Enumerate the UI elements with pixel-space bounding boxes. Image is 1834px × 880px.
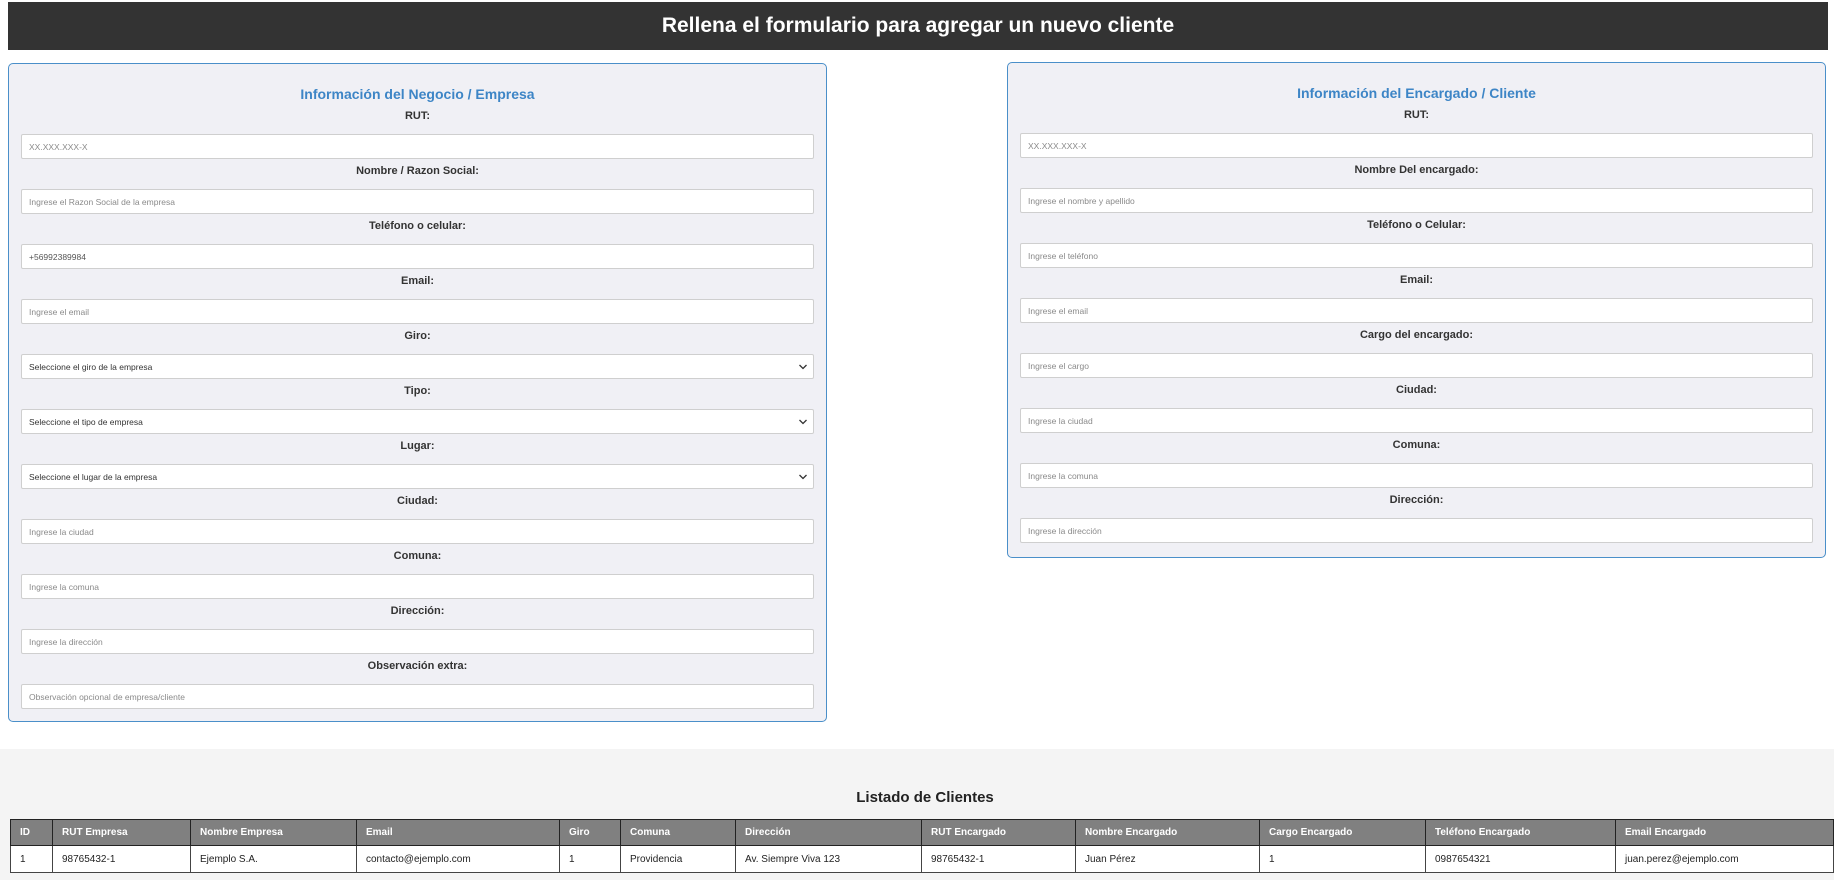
business-phone-label: Teléfono o celular:: [369, 220, 466, 232]
business-giro-label: Giro:: [404, 330, 431, 342]
business-direccion-label: Dirección:: [390, 605, 445, 617]
contact-phone-label: Teléfono o Celular:: [1367, 219, 1466, 231]
contact-direccion-input[interactable]: [1020, 518, 1813, 543]
contact-ciudad-label: Ciudad:: [1396, 384, 1437, 396]
business-name-input[interactable]: [21, 189, 814, 214]
contact-direccion-label: Dirección:: [1389, 494, 1444, 506]
business-ciudad-label: Ciudad:: [397, 495, 438, 507]
contact-name-label: Nombre Del encargado:: [1354, 164, 1479, 176]
chevron-down-icon: [799, 474, 807, 480]
table-cell: 98765432-1: [921, 845, 1076, 873]
business-giro-selected: Seleccione el giro de la empresa: [29, 361, 153, 372]
column-header-rut-encargado: RUT Encargado: [921, 819, 1076, 846]
table-cell: 1: [10, 845, 53, 873]
business-rut-input[interactable]: [21, 134, 814, 159]
table-cell: Providencia: [620, 845, 736, 873]
table-cell: 1: [1259, 845, 1426, 873]
business-lugar-selected: Seleccione el lugar de la empresa: [29, 471, 158, 482]
table-header-row: ID RUT Empresa Nombre Empresa Email Giro…: [10, 819, 1834, 846]
table-cell: Ejemplo S.A.: [190, 845, 357, 873]
business-ciudad-input[interactable]: [21, 519, 814, 544]
client-list-title: Listado de Clientes: [856, 789, 994, 806]
contact-cargo-label: Cargo del encargado:: [1359, 329, 1474, 341]
contact-comuna-label: Comuna:: [1392, 439, 1441, 451]
page-title: Rellena el formulario para agregar un nu…: [661, 14, 1175, 37]
contact-rut-label: RUT:: [1403, 109, 1430, 121]
table-row: 1 98765432-1 Ejemplo S.A. contacto@ejemp…: [10, 845, 1834, 873]
contact-rut-input[interactable]: [1020, 133, 1813, 158]
business-form-title: Información del Negocio / Empresa: [300, 86, 535, 102]
business-phone-input[interactable]: [21, 244, 814, 269]
column-header-id: ID: [10, 819, 53, 846]
contact-comuna-input[interactable]: [1020, 463, 1813, 488]
page-header: Rellena el formulario para agregar un nu…: [8, 2, 1828, 50]
business-tipo-label: Tipo:: [404, 385, 431, 397]
column-header-cargo-encargado: Cargo Encargado: [1259, 819, 1426, 846]
contact-form: Información del Encargado / Cliente RUT:…: [1007, 62, 1826, 558]
business-lugar-select[interactable]: Seleccione el lugar de la empresa: [21, 464, 814, 489]
business-lugar-label: Lugar:: [400, 440, 435, 452]
column-header-nombre-encargado: Nombre Encargado: [1075, 819, 1260, 846]
contact-ciudad-input[interactable]: [1020, 408, 1813, 433]
contact-name-input[interactable]: [1020, 188, 1813, 213]
table-cell: Juan Pérez: [1075, 845, 1260, 873]
business-giro-select[interactable]: Seleccione el giro de la empresa: [21, 354, 814, 379]
column-header-email-encargado: Email Encargado: [1615, 819, 1834, 846]
contact-cargo-input[interactable]: [1020, 353, 1813, 378]
chevron-down-icon: [799, 364, 807, 370]
column-header-rut-empresa: RUT Empresa: [52, 819, 191, 846]
column-header-giro: Giro: [559, 819, 621, 846]
column-header-comuna: Comuna: [620, 819, 736, 846]
table-cell: contacto@ejemplo.com: [356, 845, 560, 873]
column-header-nombre-empresa: Nombre Empresa: [190, 819, 357, 846]
contact-email-input[interactable]: [1020, 298, 1813, 323]
column-header-direccion: Dirección: [735, 819, 922, 846]
contact-email-label: Email:: [1399, 274, 1433, 286]
chevron-down-icon: [799, 419, 807, 425]
business-direccion-input[interactable]: [21, 629, 814, 654]
business-comuna-input[interactable]: [21, 574, 814, 599]
business-name-label: Nombre / Razon Social:: [356, 165, 479, 177]
column-header-telefono-encargado: Teléfono Encargado: [1425, 819, 1616, 846]
business-form: Información del Negocio / Empresa RUT: N…: [8, 63, 827, 722]
business-email-label: Email:: [400, 275, 434, 287]
business-email-input[interactable]: [21, 299, 814, 324]
contact-phone-input[interactable]: [1020, 243, 1813, 268]
client-table: ID RUT Empresa Nombre Empresa Email Giro…: [10, 819, 1834, 873]
business-comuna-label: Comuna:: [393, 550, 442, 562]
column-header-email: Email: [356, 819, 560, 846]
table-cell: 1: [559, 845, 621, 873]
business-observacion-input[interactable]: [21, 684, 814, 709]
business-tipo-select[interactable]: Seleccione el tipo de empresa: [21, 409, 814, 434]
table-cell: juan.perez@ejemplo.com: [1615, 845, 1834, 873]
table-cell: Av. Siempre Viva 123: [735, 845, 922, 873]
table-cell: 0987654321: [1425, 845, 1616, 873]
table-cell: 98765432-1: [52, 845, 191, 873]
business-observacion-label: Observación extra:: [367, 660, 468, 672]
contact-form-title: Información del Encargado / Cliente: [1297, 85, 1536, 101]
client-list-section: Listado de Clientes ID RUT Empresa Nombr…: [0, 749, 1834, 880]
business-rut-label: RUT:: [404, 110, 431, 122]
business-tipo-selected: Seleccione el tipo de empresa: [29, 416, 143, 427]
